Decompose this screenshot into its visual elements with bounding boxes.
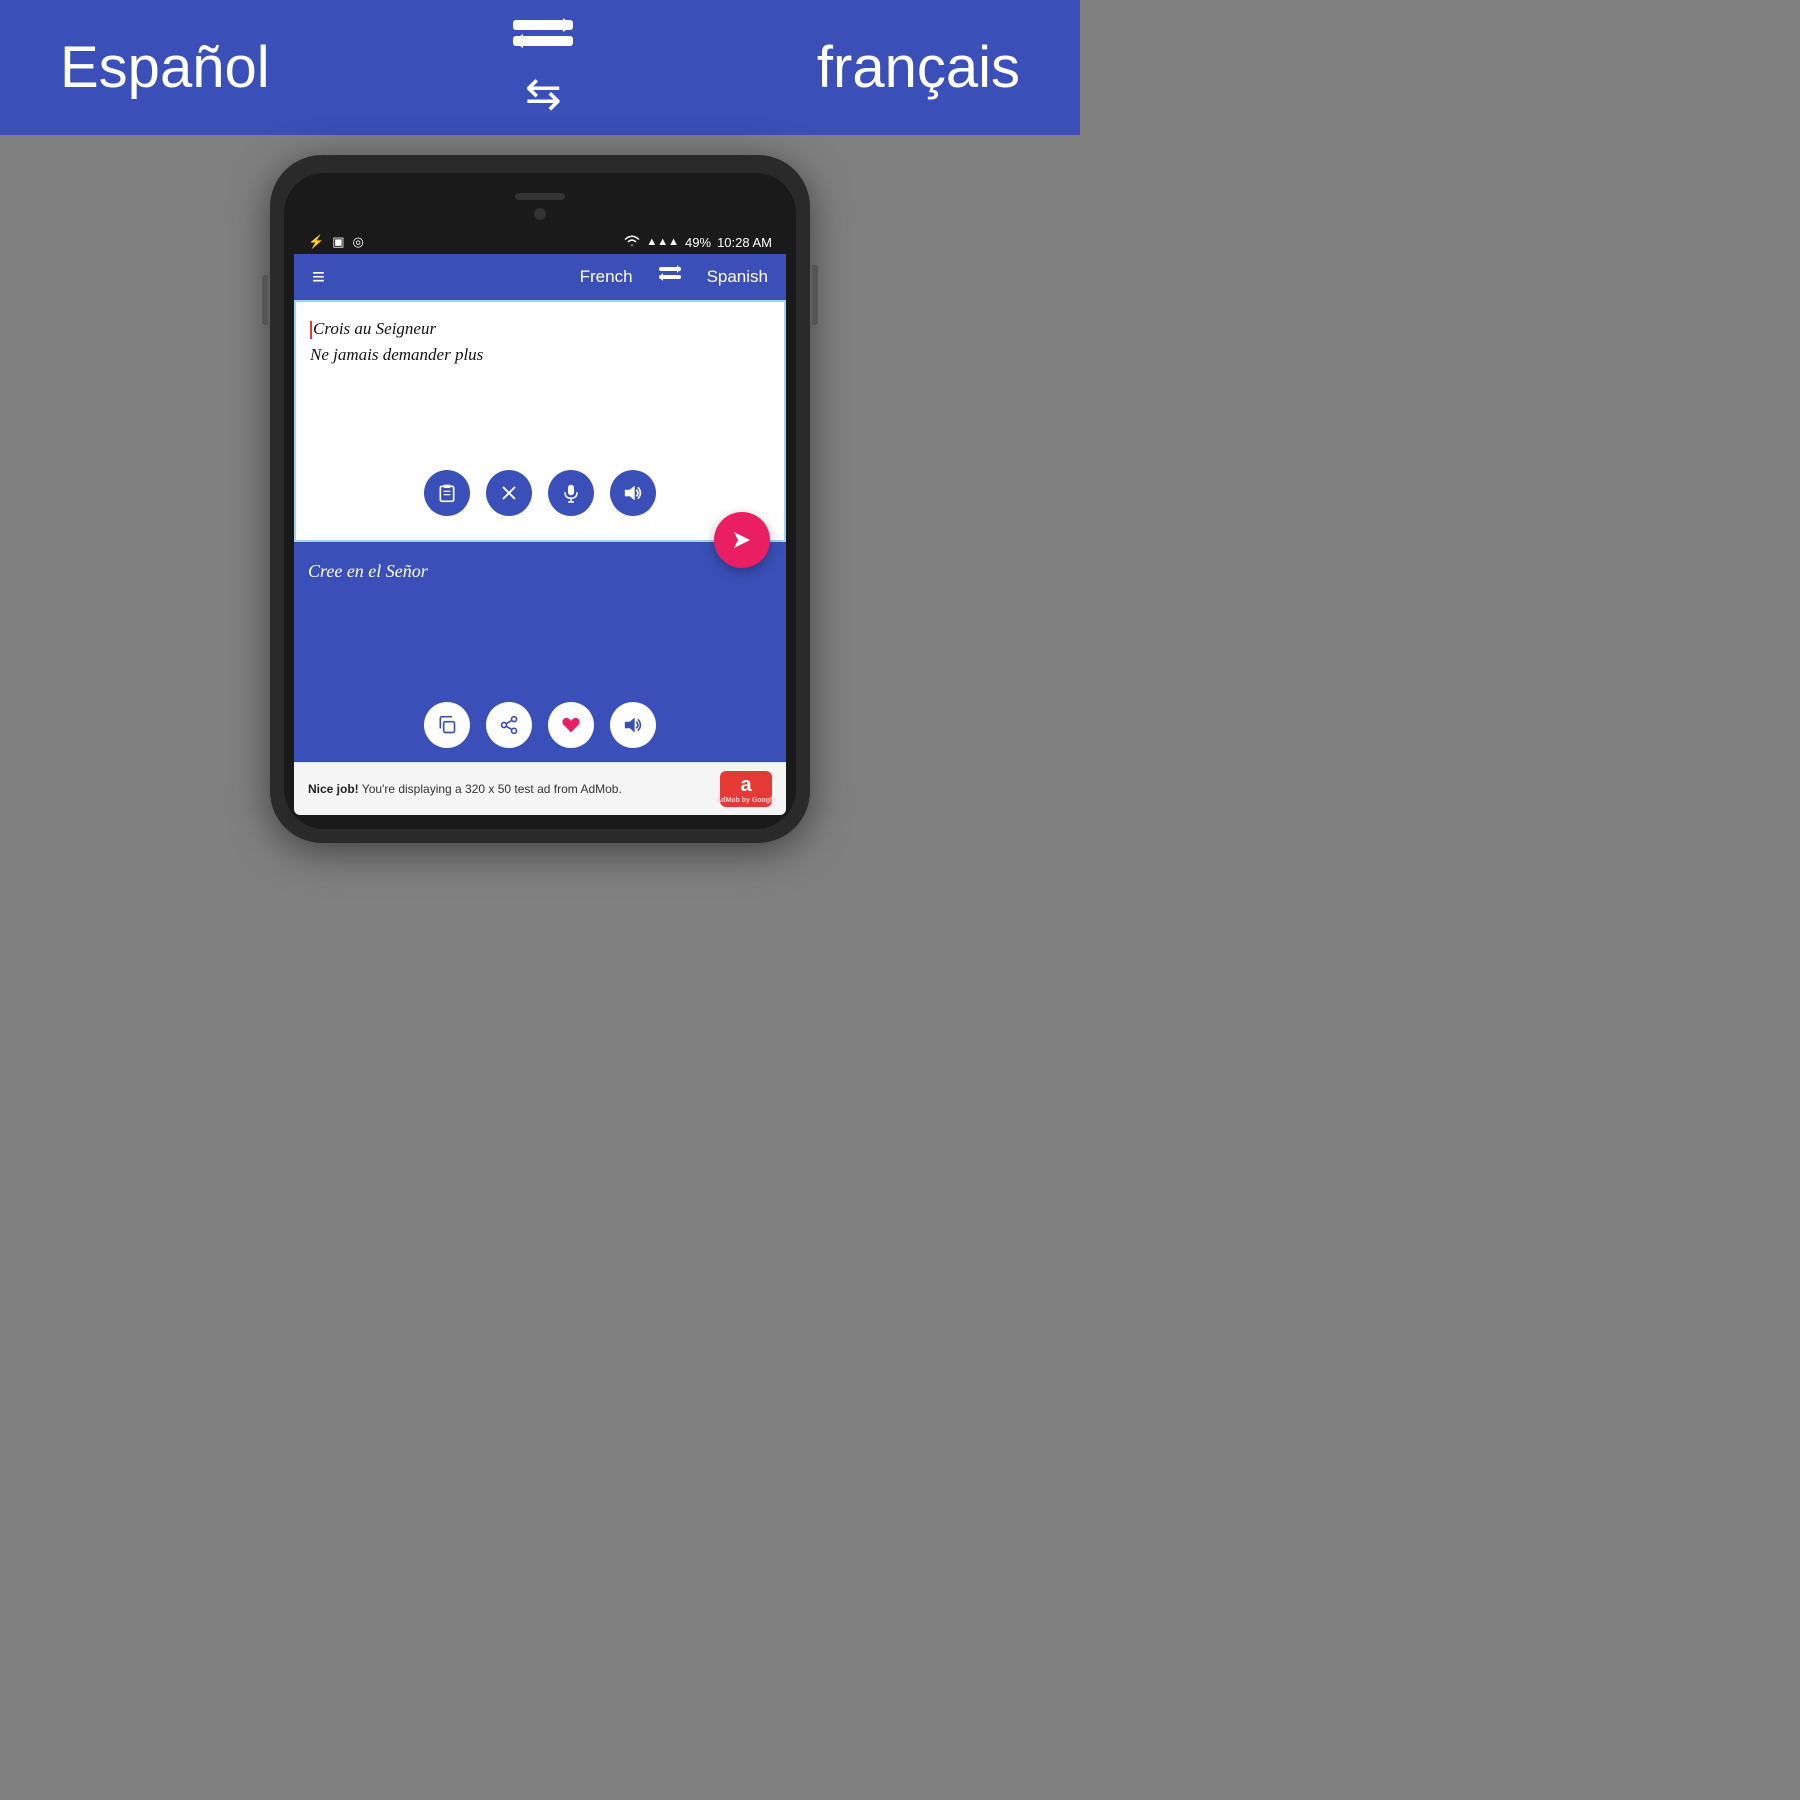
ad-text: Nice job! You're displaying a 320 x 50 t…	[308, 782, 708, 796]
usb-icon: ⚡	[308, 234, 324, 250]
ad-logo[interactable]: a AdMob by Google	[720, 771, 772, 807]
power-button-right[interactable]	[812, 265, 818, 325]
favorite-output-button[interactable]	[548, 702, 594, 748]
phone-screen: ⚡ ▣ ◎ ▲▲▲ 49%	[294, 230, 786, 815]
send-button[interactable]	[714, 512, 770, 568]
header-swap-btn[interactable]	[657, 265, 683, 290]
status-right-info: ▲▲▲ 49% 10:28 AM	[624, 234, 772, 250]
text-cursor	[310, 321, 312, 339]
phone-camera	[534, 208, 546, 220]
time-text: 10:28 AM	[717, 235, 772, 250]
phone-speaker	[515, 193, 565, 200]
input-area[interactable]: Crois au Seigneur Ne jamais demander plu…	[294, 300, 786, 542]
app-header: ≡ French Spanish	[294, 254, 786, 300]
image-icon: ▣	[332, 234, 344, 250]
input-line2: Ne jamais demander plus	[310, 345, 483, 364]
header-lang-right[interactable]: Spanish	[707, 267, 768, 287]
battery-text: 49%	[685, 235, 711, 250]
ad-text-bold: Nice job!	[308, 782, 359, 796]
input-action-buttons	[310, 470, 770, 526]
input-text[interactable]: Crois au Seigneur Ne jamais demander plu…	[310, 316, 770, 456]
header-lang-left[interactable]: French	[580, 267, 633, 287]
output-action-buttons	[308, 702, 772, 748]
hamburger-menu[interactable]: ≡	[312, 264, 325, 290]
ad-text-normal: You're displaying a 320 x 50 test ad fro…	[362, 782, 622, 796]
banner-lang-left[interactable]: Español	[60, 34, 270, 101]
phone-device: ⚡ ▣ ◎ ▲▲▲ 49%	[270, 155, 810, 843]
ad-banner: Nice job! You're displaying a 320 x 50 t…	[294, 762, 786, 815]
top-banner: Español ⇄ français	[0, 0, 1080, 135]
status-bar: ⚡ ▣ ◎ ▲▲▲ 49%	[294, 230, 786, 254]
location-icon: ◎	[352, 234, 363, 250]
clear-button[interactable]	[486, 470, 532, 516]
speaker-input-button[interactable]	[610, 470, 656, 516]
copy-output-button[interactable]	[424, 702, 470, 748]
wifi-icon	[624, 234, 640, 250]
volume-button-left[interactable]	[262, 275, 268, 325]
mic-button[interactable]	[548, 470, 594, 516]
clipboard-button[interactable]	[424, 470, 470, 516]
output-area: Cree en el Señor	[294, 542, 786, 762]
speaker-output-button[interactable]	[610, 702, 656, 748]
banner-swap-icon[interactable]: ⇄	[508, 18, 578, 117]
status-left-icons: ⚡ ▣ ◎	[308, 234, 364, 250]
phone-notch	[294, 187, 786, 230]
signal-icon: ▲▲▲	[646, 236, 679, 248]
phone-inner: ⚡ ▣ ◎ ▲▲▲ 49%	[284, 173, 796, 829]
phone-wrapper: ⚡ ▣ ◎ ▲▲▲ 49%	[270, 135, 810, 1080]
header-center: French Spanish	[580, 265, 768, 290]
share-output-button[interactable]	[486, 702, 532, 748]
banner-lang-right[interactable]: français	[817, 34, 1020, 101]
output-text: Cree en el Señor	[308, 558, 772, 688]
